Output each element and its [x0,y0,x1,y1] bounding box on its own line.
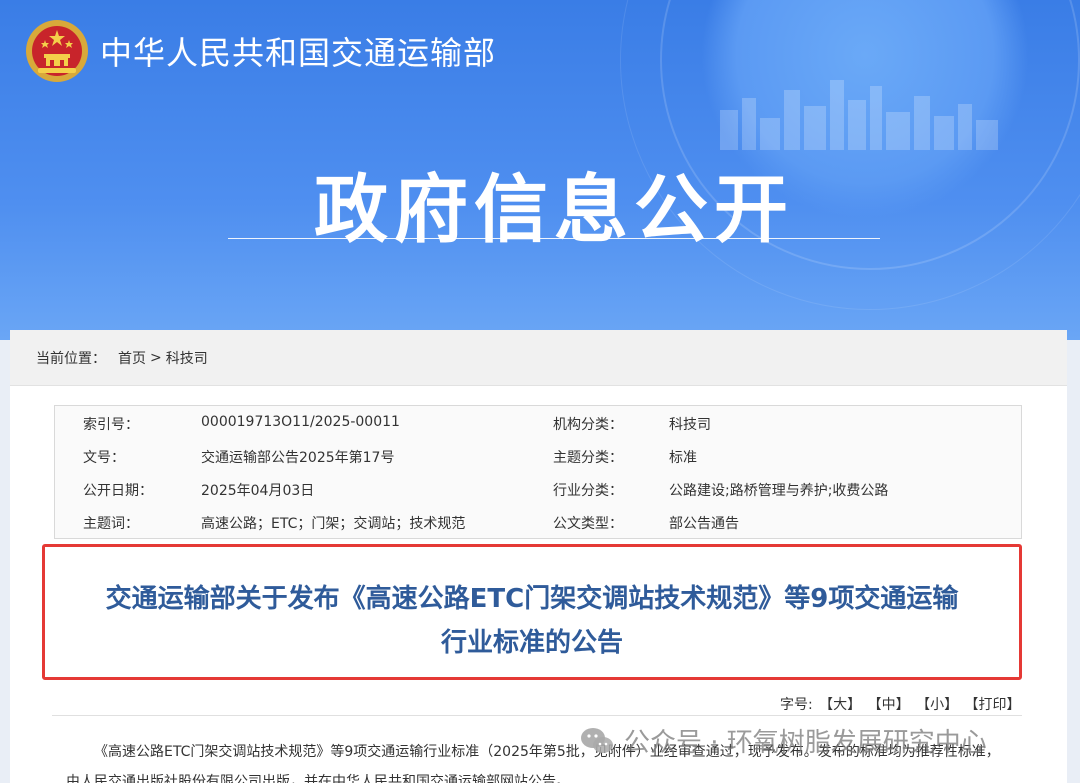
breadcrumb-separator: > [150,349,162,366]
metadata-key: 主题分类： [553,450,623,466]
metadata-table: 索引号： 000019713O11/2025-00011 机构分类： 科技司 文… [54,405,1022,539]
content-panel: 当前位置： 首页 > 科技司 索引号： 000019713O11/2025-00… [10,330,1067,783]
metadata-key: 文号： [83,450,125,466]
metadata-key: 行业分类： [553,483,623,499]
font-large-button[interactable]: 【大】 [819,697,861,713]
metadata-row: 索引号： 000019713O11/2025-00011 机构分类： 科技司 [55,406,1021,439]
metadata-value: 高速公路；ETC；门架；交调站；技术规范 [201,516,466,532]
font-size-controls: 字号: 【大】 【中】 【小】 【打印】 [780,694,1021,714]
banner-title: 政府信息公开 [314,167,794,253]
font-size-label: 字号: [780,697,813,713]
banner-divider [228,238,880,239]
metadata-row: 公开日期： 2025年04月03日 行业分类： 公路建设;路桥管理与养护;收费公… [55,472,1021,505]
print-button[interactable]: 【打印】 [965,697,1021,713]
breadcrumb-current-link[interactable]: 科技司 [166,348,208,368]
metadata-value: 部公告通告 [669,516,739,532]
metadata-row: 文号： 交通运输部公告2025年第17号 主题分类： 标准 [55,439,1021,472]
breadcrumb-label: 当前位置： [36,350,106,367]
divider [52,715,1022,716]
metadata-value: 科技司 [669,417,711,433]
metadata-key: 索引号： [83,417,139,433]
header-banner: 中华人民共和国交通运输部 政府信息公开 [0,0,1080,340]
metadata-row: 主题词： 高速公路；ETC；门架；交调站；技术规范 公文类型： 部公告通告 [55,505,1021,538]
metadata-value: 交通运输部公告2025年第17号 [201,450,395,466]
breadcrumb-home-link[interactable]: 首页 [118,348,146,368]
metadata-value: 标准 [669,450,697,466]
ministry-name[interactable]: 中华人民共和国交通运输部 [100,28,496,74]
watermark-text: 公众号 · 环氧树脂发展研究中心 [624,728,987,758]
page: 中华人民共和国交通运输部 政府信息公开 当前位置： 首页 > 科技司 索引号： … [0,0,1080,783]
metadata-key: 主题词： [83,516,139,532]
metadata-key: 公开日期： [83,483,153,499]
national-emblem-icon [26,20,88,82]
notice-title: 交通运输部关于发布《高速公路ETC门架交调站技术规范》等9项交通运输 行业标准的… [59,577,1005,665]
metadata-key: 公文类型： [553,516,623,532]
wechat-icon [581,727,613,753]
city-skyline-icon [720,80,998,150]
notice-title-line: 行业标准的公告 [440,628,623,658]
metadata-value: 2025年04月03日 [201,483,315,499]
watermark: 公众号 · 环氧树脂发展研究中心 [580,722,987,759]
font-small-button[interactable]: 【小】 [916,697,958,713]
notice-title-line: 交通运输部关于发布《高速公路ETC门架交调站技术规范》等9项交通运输 [105,584,959,614]
metadata-value: 000019713O11/2025-00011 [201,414,400,430]
metadata-key: 机构分类： [553,417,623,433]
breadcrumb: 当前位置： 首页 > 科技司 [10,330,1067,386]
metadata-value: 公路建设;路桥管理与养护;收费公路 [669,483,889,499]
notice-highlight-box: 交通运输部关于发布《高速公路ETC门架交调站技术规范》等9项交通运输 行业标准的… [42,544,1022,680]
font-medium-button[interactable]: 【中】 [868,697,910,713]
